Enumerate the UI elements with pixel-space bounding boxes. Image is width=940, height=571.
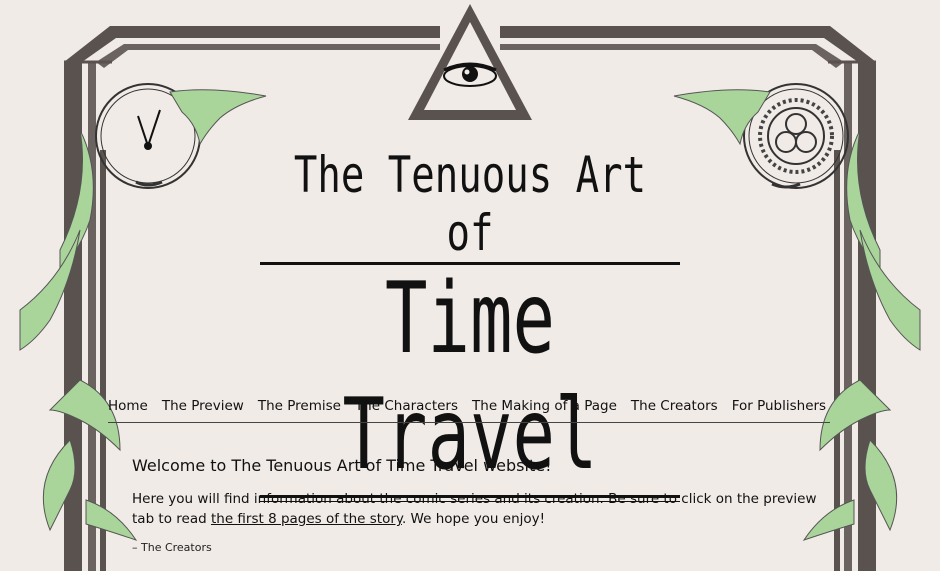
nav-divider [108, 422, 830, 423]
left-pillar [64, 62, 106, 571]
nav-the-characters[interactable]: The Characters [355, 398, 458, 414]
intro-text-end: . We hope you enjoy! [401, 511, 546, 527]
right-pillar [834, 62, 876, 571]
eye-triangle-icon [408, 4, 532, 120]
signature: – The Creators [132, 541, 212, 554]
nav-home[interactable]: Home [108, 398, 148, 414]
nav-the-creators[interactable]: The Creators [631, 398, 718, 414]
nav-the-preview[interactable]: The Preview [162, 398, 244, 414]
page: The Tenuous Art of Time Travel Home The … [0, 0, 940, 571]
nav-for-publishers[interactable]: For Publishers [732, 398, 826, 414]
preview-pages-link[interactable]: the first 8 pages of the story [211, 511, 402, 527]
intro-paragraph: Here you will find information about the… [132, 489, 822, 529]
title-line-1: The Tenuous Art of [293, 146, 647, 262]
welcome-heading: Welcome to The Tenuous Art of Time Trave… [132, 456, 552, 475]
nav-the-premise[interactable]: The Premise [258, 398, 341, 414]
nav-making-of-a-page[interactable]: The Making of a Page [472, 398, 617, 414]
main-content: Welcome to The Tenuous Art of Time Trave… [132, 456, 822, 554]
main-nav: Home The Preview The Premise The Charact… [108, 398, 830, 414]
site-logo[interactable]: The Tenuous Art of Time Travel [240, 146, 700, 502]
